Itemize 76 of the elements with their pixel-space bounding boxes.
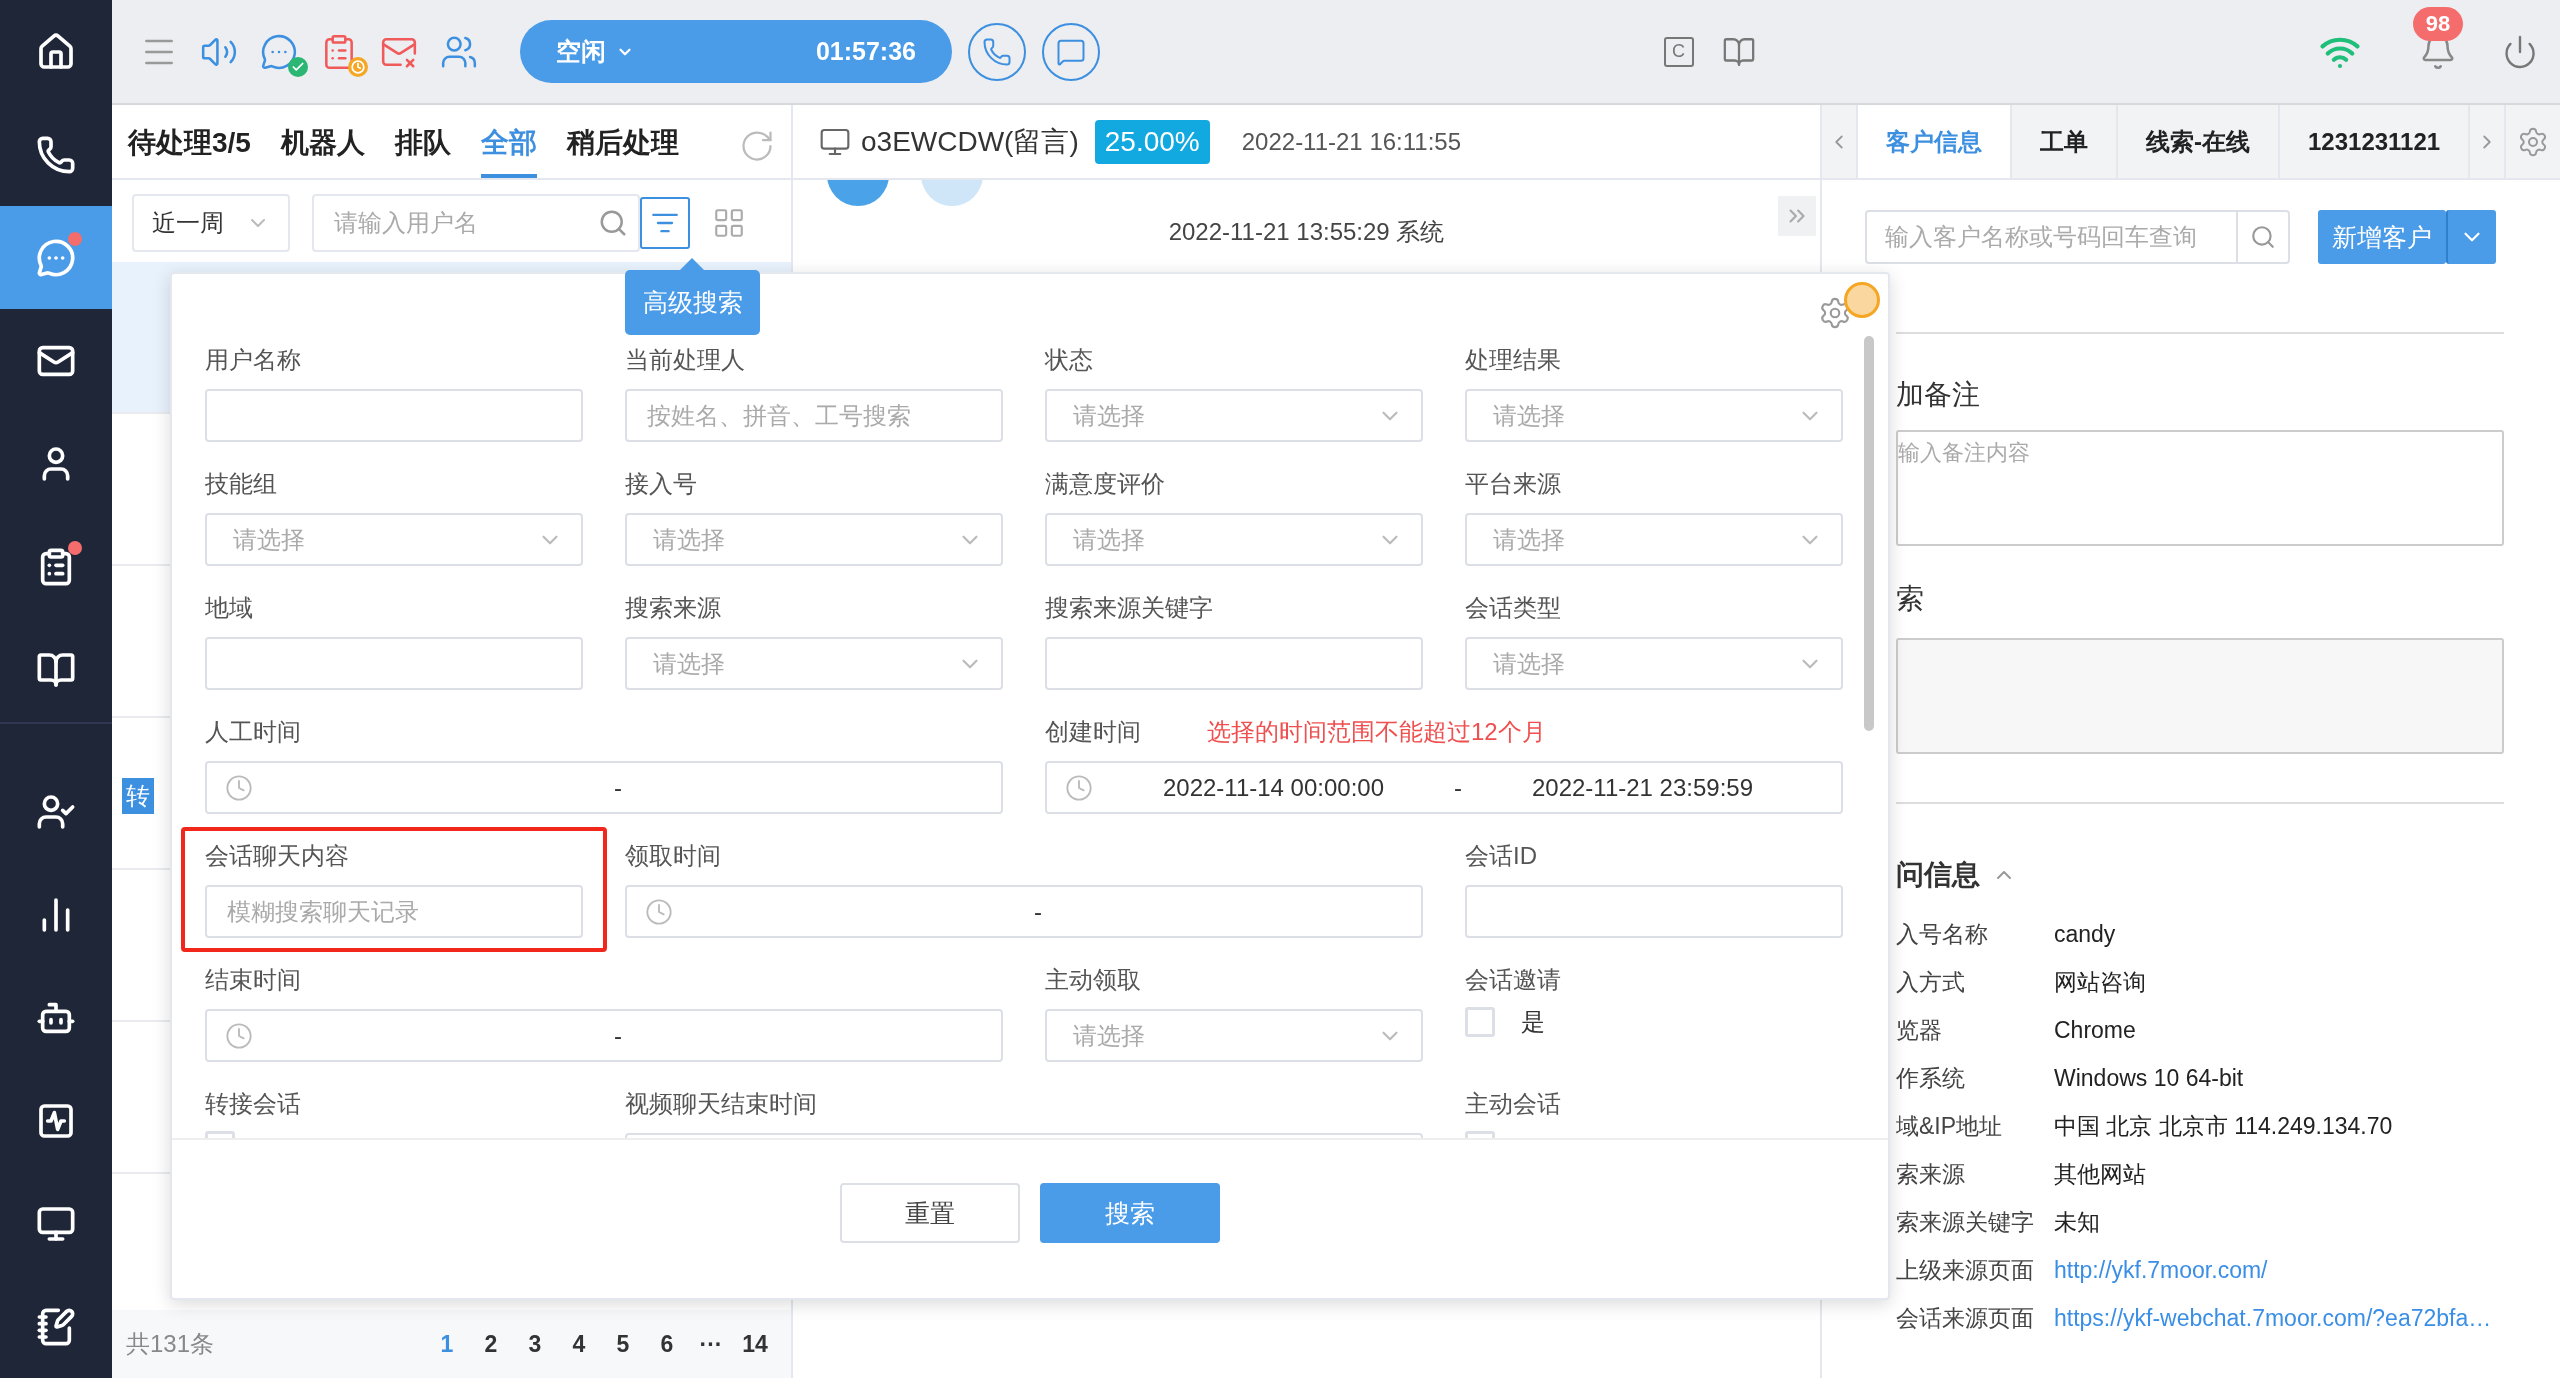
chat-time: 2022-11-21 16:11:55 [1241, 127, 1462, 156]
progress-badge: 25.00% [1094, 119, 1210, 164]
date-range-field[interactable]: - [625, 885, 1423, 938]
info-value: Windows 10 64-bit [2054, 1064, 2244, 1092]
page-button[interactable]: 5 [601, 1329, 645, 1359]
key-icon[interactable]: C [1663, 36, 1694, 67]
tab[interactable]: 稍后处理 [566, 124, 679, 178]
info-value: 其他网站 [2054, 1159, 2146, 1189]
info-label: 入方式 [1896, 967, 1966, 997]
reset-button[interactable]: 重置 [840, 1183, 1020, 1243]
info-label: 上级来源页面 [1896, 1255, 2035, 1285]
info-label: 会话来源页面 [1896, 1303, 2035, 1333]
field-label: 视频聊天结束时间 [625, 1089, 817, 1119]
page-button[interactable]: 14 [733, 1329, 777, 1359]
info-value: 未知 [2054, 1207, 2100, 1237]
field-label: 会话邀请 [1465, 965, 1561, 995]
field-label: 满意度评价 [1045, 469, 1165, 499]
field-label: 状态 [1045, 345, 1093, 375]
field-label: 处理结果 [1465, 345, 1561, 375]
field-label: 会话ID [1465, 841, 1537, 871]
page-button[interactable]: 4 [557, 1329, 601, 1359]
page-button[interactable]: ··· [689, 1329, 733, 1359]
field-label: 主动会话 [1465, 1089, 1561, 1119]
tooltip: 高级搜索 [625, 270, 760, 335]
page-button[interactable]: 3 [513, 1329, 557, 1359]
date-range-field[interactable]: - [205, 761, 1003, 814]
field-label: 搜索来源关键字 [1045, 593, 1213, 623]
field-label: 当前处理人 [625, 345, 745, 375]
page-button[interactable]: 2 [469, 1329, 513, 1359]
tab[interactable]: 待处理3/5 [128, 124, 251, 178]
field-label: 主动领取 [1045, 965, 1141, 995]
field-label: 技能组 [205, 469, 277, 499]
field-label: 人工时间 [205, 717, 301, 747]
section-title: 索 [1896, 582, 1925, 616]
call-timer: 01:57:36 [815, 37, 916, 66]
field-label: 结束时间 [205, 965, 301, 995]
search-field[interactable]: 请输入用户名 [312, 194, 640, 252]
field-label: 领取时间 [625, 841, 721, 871]
transfer-tag: 转 [122, 778, 154, 814]
tab[interactable]: 机器人 [280, 124, 365, 178]
info-label: 域&IP地址 [1896, 1111, 2004, 1141]
tab[interactable]: 排队 [394, 124, 451, 178]
info-label: 览器 [1896, 1015, 1943, 1045]
info-label: 入号名称 [1896, 919, 1989, 949]
system-message-time: 2022-11-21 13:55:29 系统 [1168, 217, 1445, 247]
period-select[interactable]: 近一周 [132, 194, 290, 252]
date-range-field[interactable]: 2022-11-14 00:00:00 - 2022-11-21 23:59:59 [1045, 761, 1843, 814]
info-value: 网站咨询 [2054, 967, 2146, 997]
info-label: 索来源 [1896, 1159, 1966, 1189]
field-label: 会话聊天内容 [205, 841, 349, 871]
field-label: 接入号 [625, 469, 697, 499]
field-label: 会话类型 [1465, 593, 1561, 623]
field-label: 创建时间 [1045, 717, 1141, 747]
info-value: candy [2054, 920, 2116, 948]
date-range-field[interactable]: - [205, 1009, 1003, 1062]
field-label: 搜索来源 [625, 593, 721, 623]
total-count: 共131条 [126, 1329, 216, 1359]
text-field[interactable]: 模糊搜索聊天记录 [205, 885, 583, 938]
field-label: 平台来源 [1465, 469, 1561, 499]
section-toggle[interactable]: 问信息 [1896, 856, 2504, 894]
remark-field[interactable]: 输入备注内容 [1896, 430, 2504, 546]
notification-badge: 98 [2413, 6, 2463, 41]
section-title: 加备注 [1896, 378, 1981, 412]
info-label: 索来源关键字 [1896, 1207, 2035, 1237]
hint-text: 选择的时间范围不能超过12个月 [1207, 717, 1546, 747]
field-label: 用户名称 [205, 345, 301, 375]
field-label: 转接会话 [205, 1089, 301, 1119]
info-value: Chrome [2054, 1016, 2136, 1044]
field-label: 地域 [205, 593, 253, 623]
chat-title: o3EWCDW(留言) [861, 124, 1079, 159]
checkbox-label: 是 [1521, 1006, 1545, 1037]
info-label: 作系统 [1896, 1063, 1966, 1093]
info-value: 中国 北京 北京市 114.249.134.70 [2054, 1111, 2393, 1141]
page-button[interactable]: 6 [645, 1329, 689, 1359]
customer-search-field[interactable]: 输入客户名称或号码回车查询 [1865, 210, 2290, 264]
text-field[interactable]: 按姓名、拼音、工号搜索 [625, 389, 1003, 442]
